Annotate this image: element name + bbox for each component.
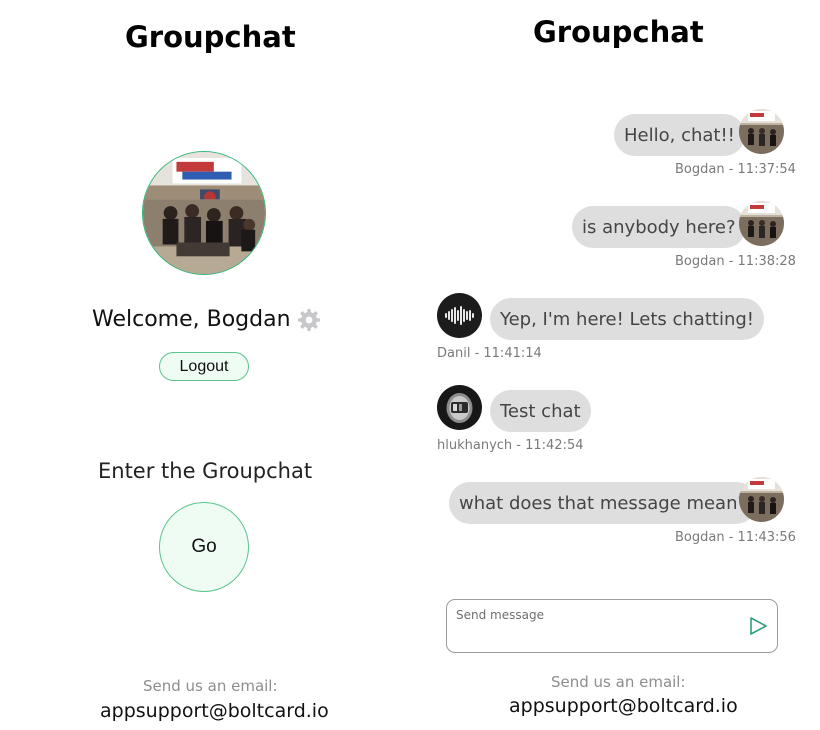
helmet-avatar <box>437 385 482 430</box>
footer-label: Send us an email: <box>551 673 686 691</box>
app-title-left: Groupchat <box>125 20 296 54</box>
logout-button[interactable]: Logout <box>159 352 249 381</box>
footer-email[interactable]: appsupport@boltcard.io <box>509 695 738 717</box>
profile-avatar <box>142 151 266 275</box>
message-meta: Bogdan - 11:38:28 <box>675 254 796 269</box>
group-photo-avatar <box>739 477 784 522</box>
message-meta: Bogdan - 11:43:56 <box>675 530 796 545</box>
welcome-text: Welcome, Bogdan <box>92 307 291 332</box>
message-bubble: Hello, chat!! <box>614 114 745 156</box>
message-bubble: Test chat <box>490 390 591 432</box>
gear-icon[interactable] <box>297 308 321 332</box>
waveform-avatar <box>437 293 482 338</box>
message-meta: Bogdan - 11:37:54 <box>675 162 796 177</box>
message-bubble: Yep, I'm here! Lets chatting! <box>490 298 765 340</box>
go-button[interactable]: Go <box>159 502 249 592</box>
app-title-right: Groupchat <box>533 15 704 49</box>
message-meta: Danil - 11:41:14 <box>437 346 542 361</box>
welcome-row: Welcome, Bogdan <box>92 307 321 332</box>
footer-label: Send us an email: <box>143 677 278 695</box>
message-meta: hlukhanych - 11:42:54 <box>437 438 584 453</box>
message-input[interactable] <box>456 608 736 622</box>
message-bubble: is anybody here? <box>572 206 746 248</box>
footer-email[interactable]: appsupport@boltcard.io <box>100 700 329 722</box>
send-icon[interactable] <box>747 615 769 637</box>
group-photo-avatar <box>739 201 784 246</box>
message-bubble: what does that message mean? <box>449 482 758 524</box>
enter-groupchat-title: Enter the Groupchat <box>98 459 313 483</box>
message-composer <box>446 599 778 653</box>
group-photo-avatar <box>739 109 784 154</box>
